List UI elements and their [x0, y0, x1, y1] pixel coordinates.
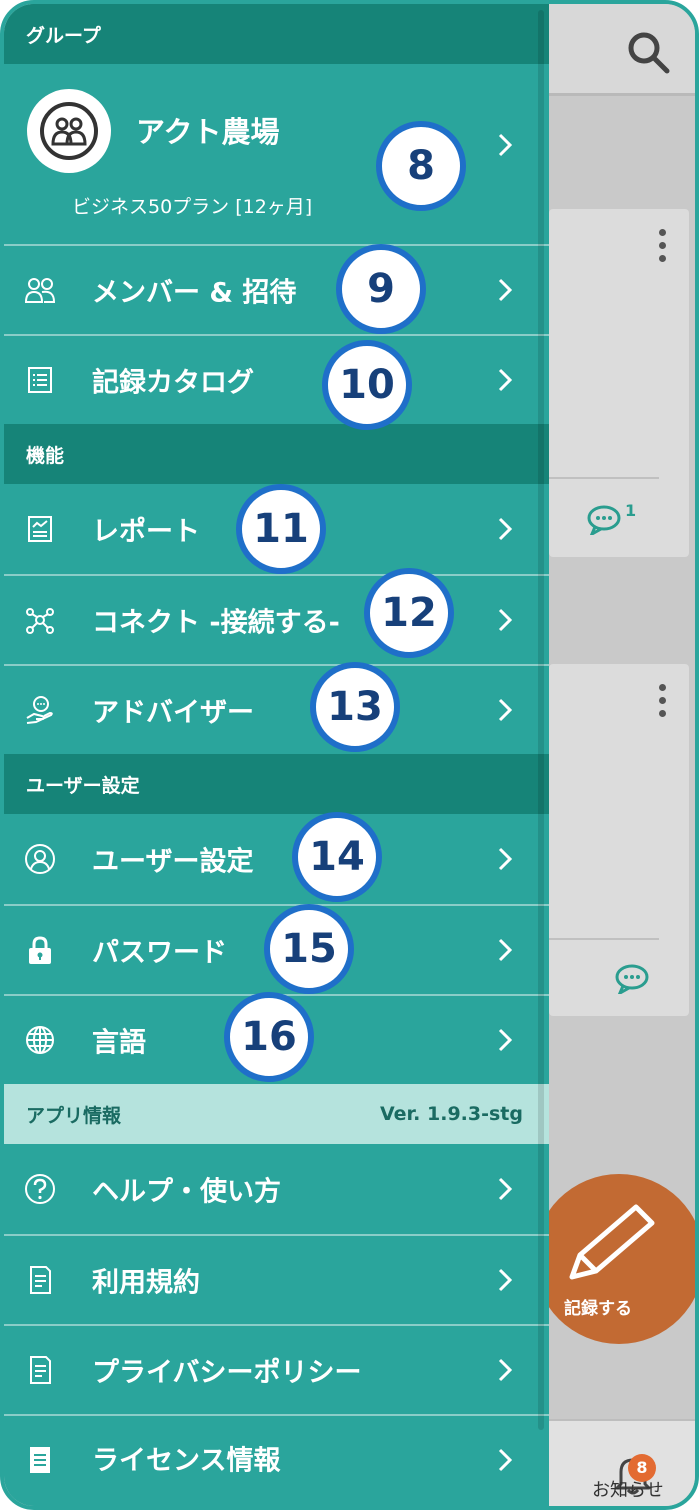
- menu-item-label: メンバー & 招待: [92, 277, 297, 309]
- network-icon: [26, 608, 54, 634]
- more-menu-icon[interactable]: [659, 684, 667, 723]
- menu-item-user-settings[interactable]: ユーザー設定: [4, 814, 549, 904]
- record-card[interactable]: [549, 664, 689, 1016]
- record-fab-label: 記録する: [564, 1299, 632, 1319]
- card-divider: [549, 938, 659, 940]
- globe-icon: [26, 1026, 54, 1054]
- comment-button[interactable]: [615, 964, 649, 994]
- user-circle-icon: [25, 844, 55, 874]
- section-header-app-info: アプリ情報 Ver. 1.9.3-stg: [4, 1084, 549, 1144]
- menu-item-help[interactable]: ヘルプ・使い方: [4, 1144, 549, 1234]
- more-menu-icon[interactable]: [659, 229, 667, 268]
- menu-item-label: ライセンス情報: [92, 1445, 281, 1477]
- annotation-badge: 8: [376, 121, 466, 211]
- chevron-right-icon: [498, 608, 513, 632]
- comment-icon: [615, 964, 649, 994]
- menu-item-label: プライバシーポリシー: [92, 1357, 362, 1389]
- group-avatar: [27, 89, 111, 173]
- menu-item-members[interactable]: メンバー & 招待: [4, 244, 549, 334]
- chevron-right-icon: [498, 1448, 513, 1472]
- menu-item-label: レポート: [92, 516, 200, 548]
- comment-count: 1: [625, 501, 637, 520]
- drawer-scrollbar[interactable]: [538, 10, 544, 1430]
- annotation-badge: 15: [264, 904, 354, 994]
- annotation-badge: 12: [364, 568, 454, 658]
- menu-item-label: ユーザー設定: [92, 846, 254, 878]
- chevron-right-icon: [498, 517, 513, 541]
- list-icon: [28, 367, 52, 393]
- pencil-icon: [569, 1204, 655, 1280]
- annotation-badge: 9: [336, 244, 426, 334]
- section-header-app-info-label: アプリ情報: [26, 1104, 122, 1127]
- members-icon: [24, 278, 56, 303]
- section-header-features: 機能: [4, 424, 549, 484]
- menu-item-advisor[interactable]: アドバイザー: [4, 664, 549, 754]
- lock-icon: [29, 936, 51, 964]
- notification-label[interactable]: お知らせ: [592, 1476, 664, 1502]
- menu-item-label: 利用規約: [92, 1267, 200, 1299]
- app-version: Ver. 1.9.3-stg: [379, 1103, 523, 1125]
- card-divider: [549, 477, 659, 479]
- menu-item-label: パスワード: [92, 937, 227, 969]
- license-document-icon: [30, 1447, 50, 1473]
- menu-item-license[interactable]: ライセンス情報: [4, 1414, 549, 1506]
- side-drawer: グループ アクト農場 ビジネス50プラン [12ヶ月] メンバー & 招待 記録…: [4, 4, 549, 1506]
- chevron-right-icon: [498, 938, 513, 962]
- section-header-user-settings: ユーザー設定: [4, 754, 549, 814]
- search-icon[interactable]: [624, 28, 672, 76]
- document-icon: [30, 1266, 51, 1294]
- chevron-right-icon: [498, 133, 513, 157]
- menu-item-terms[interactable]: 利用規約: [4, 1234, 549, 1324]
- annotation-badge: 14: [292, 812, 382, 902]
- menu-item-label: 記録カタログ: [92, 367, 254, 399]
- group-name: アクト農場: [136, 115, 280, 149]
- menu-item-label: ヘルプ・使い方: [92, 1176, 281, 1208]
- advisor-icon: [26, 696, 53, 724]
- annotation-badge: 10: [322, 340, 412, 430]
- chevron-right-icon: [498, 847, 513, 871]
- menu-item-label: 言語: [92, 1027, 146, 1059]
- chevron-right-icon: [498, 1268, 513, 1292]
- chevron-right-icon: [498, 698, 513, 722]
- annotation-badge: 16: [224, 992, 314, 1082]
- group-selector[interactable]: アクト農場 ビジネス50プラン [12ヶ月]: [4, 64, 549, 244]
- chevron-right-icon: [498, 368, 513, 392]
- help-icon: [25, 1174, 55, 1204]
- chevron-right-icon: [498, 278, 513, 302]
- group-plan: ビジネス50プラン [12ヶ月]: [72, 196, 313, 218]
- section-header-group: グループ: [4, 4, 549, 64]
- app-frame: 1 記録する 8 お知らせ グループ アクト農場 ビジネス50プラン [12ヶ月…: [0, 0, 699, 1510]
- menu-item-label: コネクト -接続する-: [92, 607, 340, 639]
- annotation-badge: 13: [310, 662, 400, 752]
- comment-icon: [587, 505, 621, 535]
- menu-item-connect[interactable]: コネクト -接続する-: [4, 574, 549, 664]
- document-icon: [30, 1356, 51, 1384]
- menu-item-label: アドバイザー: [92, 697, 254, 729]
- comment-button[interactable]: 1: [587, 501, 636, 535]
- record-card[interactable]: 1: [549, 209, 689, 557]
- chevron-right-icon: [498, 1177, 513, 1201]
- group-users-icon: [51, 117, 87, 146]
- report-icon: [28, 516, 52, 542]
- menu-item-privacy-policy[interactable]: プライバシーポリシー: [4, 1324, 549, 1414]
- chevron-right-icon: [498, 1358, 513, 1382]
- chevron-right-icon: [498, 1028, 513, 1052]
- annotation-badge: 11: [236, 484, 326, 574]
- menu-item-record-catalog[interactable]: 記録カタログ: [4, 334, 549, 424]
